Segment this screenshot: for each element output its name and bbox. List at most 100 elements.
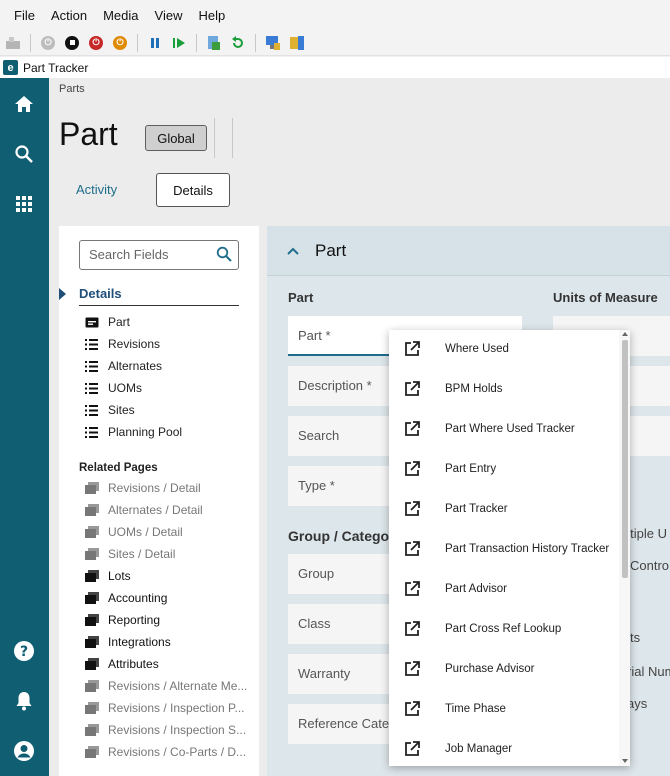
related-revisions-alternate-methods[interactable]: Revisions / Alternate Me...: [85, 676, 247, 696]
dropdown-item-part-cross-ref-lookup[interactable]: Part Cross Ref Lookup: [389, 610, 619, 650]
open-external-icon: [403, 460, 421, 481]
help-icon[interactable]: ?: [12, 639, 36, 663]
pages-icon: [85, 592, 99, 604]
related-sites-detail[interactable]: Sites / Detail: [85, 544, 175, 564]
power-icon[interactable]: ⏻: [39, 34, 57, 52]
dropdown-item-part-where-used-tracker[interactable]: Part Where Used Tracker: [389, 410, 619, 450]
dropdown-item-label: Part Where Used Tracker: [445, 423, 575, 435]
section-item-planning-pool[interactable]: Planning Pool: [85, 422, 182, 442]
dropdown-item-label: BPM Holds: [445, 383, 503, 395]
section-item-uoms[interactable]: UOMs: [85, 378, 142, 398]
related-accounting[interactable]: Accounting: [85, 588, 167, 608]
related-uoms-detail[interactable]: UOMs / Detail: [85, 522, 183, 542]
dropdown-item-bpm-holds[interactable]: BPM Holds: [389, 370, 619, 410]
search-fields-input[interactable]: [89, 247, 209, 262]
section-item-sites[interactable]: Sites: [85, 400, 135, 420]
svg-text:?: ?: [20, 644, 28, 660]
details-heading[interactable]: Details: [79, 286, 239, 306]
search-icon[interactable]: [216, 246, 232, 265]
menu-view[interactable]: View: [147, 8, 191, 23]
related-attributes[interactable]: Attributes: [85, 654, 159, 674]
dropdown-item-job-manager[interactable]: Job Manager: [389, 730, 619, 766]
apps-grid-icon[interactable]: [12, 192, 36, 216]
pages-icon: [85, 482, 99, 494]
section-item-revisions[interactable]: Revisions: [85, 334, 160, 354]
divider: [214, 118, 215, 158]
dropdown-item-label: Part Transaction History Tracker: [445, 543, 610, 555]
chevron-up-icon[interactable]: [287, 244, 299, 258]
part-field-label: Part *: [298, 328, 331, 343]
class-field-label: Class: [298, 616, 331, 631]
section-item-label: Part: [108, 315, 131, 329]
menu-media[interactable]: Media: [95, 8, 146, 23]
part-section-header[interactable]: Part: [267, 226, 670, 276]
pause-icon[interactable]: [146, 34, 164, 52]
related-item-label: UOMs / Detail: [108, 525, 183, 539]
user-account-icon[interactable]: [12, 739, 36, 763]
dropdown-scrollbar[interactable]: [619, 330, 630, 766]
power-orange-icon[interactable]: ⏻: [111, 34, 129, 52]
section-title: Part: [315, 240, 347, 260]
search-icon[interactable]: [12, 142, 36, 166]
related-revisions-co-parts[interactable]: Revisions / Co-Parts / D...: [85, 742, 246, 762]
breadcrumb[interactable]: Parts: [59, 83, 85, 95]
warranty-field-label: Warranty: [298, 666, 351, 681]
section-item-alternates[interactable]: Alternates: [85, 356, 162, 376]
list-icon: [85, 404, 99, 416]
units-of-measure-title: Units of Measure: [553, 290, 658, 305]
list-icon: [85, 338, 99, 350]
menu-help[interactable]: Help: [190, 8, 233, 23]
related-item-label: Accounting: [108, 591, 168, 605]
dropdown-item-time-phase[interactable]: Time Phase: [389, 690, 619, 730]
related-reporting[interactable]: Reporting: [85, 610, 160, 630]
scroll-down-arrow-icon[interactable]: [622, 759, 628, 763]
global-button[interactable]: Global: [145, 125, 207, 151]
related-item-label: Revisions / Inspection P...: [108, 701, 245, 715]
shutdown-icon[interactable]: ⏻: [87, 34, 105, 52]
toolbar-separator: [30, 33, 31, 52]
section-item-label: Alternates: [108, 359, 163, 373]
scrollbar-thumb[interactable]: [622, 340, 628, 578]
tab-activity[interactable]: Activity: [76, 182, 117, 197]
tab-details[interactable]: Details: [156, 173, 230, 207]
pages-icon: [85, 746, 99, 758]
dropdown-item-where-used[interactable]: Where Used: [389, 330, 619, 370]
settings-icon[interactable]: [288, 34, 306, 52]
stop-icon[interactable]: [63, 34, 81, 52]
dropdown-item-part-entry[interactable]: Part Entry: [389, 450, 619, 490]
scroll-up-arrow-icon[interactable]: [622, 332, 628, 336]
pages-icon: [85, 504, 99, 516]
related-revisions-inspection-plans[interactable]: Revisions / Inspection P...: [85, 698, 245, 718]
menu-action[interactable]: Action: [43, 8, 95, 23]
dropdown-item-purchase-advisor[interactable]: Purchase Advisor: [389, 650, 619, 690]
dropdown-item-label: Part Cross Ref Lookup: [445, 623, 562, 635]
related-lots[interactable]: Lots: [85, 566, 131, 586]
section-item-label: Revisions: [108, 337, 161, 351]
save-state-icon[interactable]: [205, 34, 223, 52]
open-external-icon: [403, 500, 421, 521]
play-icon[interactable]: [170, 34, 188, 52]
dropdown-item-part-tracker[interactable]: Part Tracker: [389, 490, 619, 530]
pages-icon: [85, 526, 99, 538]
search-fields-box[interactable]: [79, 240, 239, 270]
list-icon: [85, 360, 99, 372]
related-revisions-detail[interactable]: Revisions / Detail: [85, 478, 201, 498]
menu-file[interactable]: File: [6, 8, 43, 23]
related-alternates-detail[interactable]: Alternates / Detail: [85, 500, 203, 520]
related-item-label: Revisions / Inspection S...: [108, 723, 247, 737]
group-category-title: Group / Category: [288, 528, 403, 544]
toolbar-separator: [137, 33, 138, 52]
network-icon[interactable]: [264, 34, 282, 52]
open-external-icon: [403, 620, 421, 641]
related-revisions-inspection-specs[interactable]: Revisions / Inspection S...: [85, 720, 246, 740]
revert-icon[interactable]: [229, 34, 247, 52]
notifications-bell-icon[interactable]: [12, 689, 36, 713]
ctrl-alt-del-icon[interactable]: [4, 34, 22, 52]
section-item-part[interactable]: Part: [85, 312, 130, 332]
section-item-label: UOMs: [108, 381, 142, 395]
dropdown-item-part-transaction-history-tracker[interactable]: Part Transaction History Tracker: [389, 530, 619, 570]
home-icon[interactable]: [12, 92, 36, 116]
dropdown-item-part-advisor[interactable]: Part Advisor: [389, 570, 619, 610]
related-item-label: Sites / Detail: [108, 547, 176, 561]
related-integrations[interactable]: Integrations: [85, 632, 171, 652]
